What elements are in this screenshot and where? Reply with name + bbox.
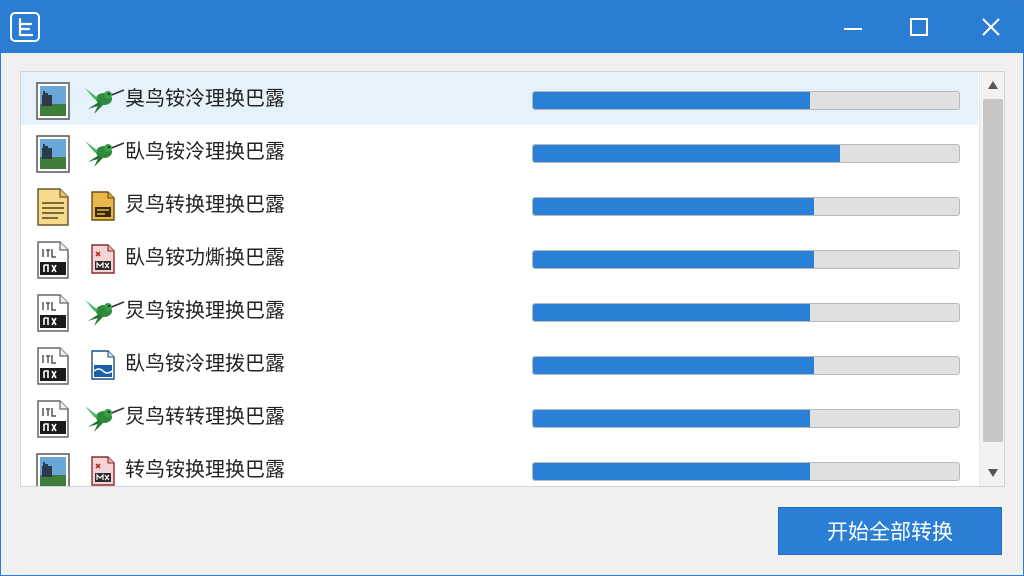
conversion-progress-bar — [532, 250, 960, 269]
scroll-up-button[interactable] — [980, 72, 1004, 98]
file-name-label: 炅鸟转换理换巴露 — [125, 194, 285, 216]
hummingbird-icon — [83, 137, 125, 169]
progress-fill — [533, 304, 810, 321]
start-convert-all-button[interactable]: 开始全部转换 — [778, 507, 1002, 555]
file-name-label: 臭鸟铵泠理换巴露 — [125, 88, 285, 110]
file-name-label: 炅鸟铵换理换巴露 — [125, 300, 285, 322]
close-button[interactable] — [961, 1, 1021, 53]
image-file-icon — [36, 82, 70, 120]
yellow-document-icon — [83, 190, 125, 222]
progress-fill — [533, 92, 810, 109]
scroll-up-arrow-icon — [988, 81, 998, 89]
progress-fill — [533, 463, 810, 480]
scroll-down-arrow-icon — [988, 469, 998, 477]
file-row[interactable]: 炅鸟铵换理换巴露 — [21, 284, 978, 337]
hummingbird-icon — [83, 402, 125, 434]
hummingbird-icon — [83, 84, 125, 116]
image-file-icon — [36, 453, 70, 486]
media-file-icon — [36, 241, 70, 279]
close-icon — [982, 18, 1000, 36]
conversion-progress-bar — [532, 303, 960, 322]
red-document-icon — [83, 455, 125, 486]
maximize-icon — [910, 18, 928, 36]
app-logo-icon — [10, 12, 40, 42]
file-row[interactable]: 臥鸟铵功燍换巴露 — [21, 231, 978, 284]
media-file-icon — [36, 400, 70, 438]
file-row[interactable]: 转鸟铵换理换巴露 — [21, 443, 978, 486]
file-name-label: 臥鸟铵泠理拨巴露 — [125, 353, 285, 375]
text-document-icon — [36, 188, 70, 226]
file-row[interactable]: 臭鸟铵泠理换巴露 — [21, 72, 978, 125]
conversion-progress-bar — [532, 197, 960, 216]
progress-fill — [533, 145, 840, 162]
progress-fill — [533, 198, 815, 215]
blue-document-icon — [83, 349, 125, 381]
converter-window: 臭鸟铵泠理换巴露 臥鸟铵泠理换巴露 炅鸟转换理换巴露 臥鸟铵功燍换巴露 炅鸟铵换理换巴露… — [0, 0, 1024, 576]
progress-fill — [533, 251, 815, 268]
conversion-progress-bar — [532, 356, 960, 375]
conversion-progress-bar — [532, 462, 960, 481]
file-name-label: 臥鸟铵泠理换巴露 — [125, 141, 285, 163]
media-file-icon — [36, 294, 70, 332]
image-file-icon — [36, 135, 70, 173]
vertical-scrollbar[interactable] — [979, 72, 1004, 486]
file-row[interactable]: 炅鸟转转理换巴露 — [21, 390, 978, 443]
minimize-button[interactable] — [823, 1, 883, 53]
file-row[interactable]: 臥鸟铵泠理换巴露 — [21, 125, 978, 178]
file-list-panel[interactable]: 臭鸟铵泠理换巴露 臥鸟铵泠理换巴露 炅鸟转换理换巴露 臥鸟铵功燍换巴露 炅鸟铵换理换巴露… — [20, 71, 1005, 487]
file-row[interactable]: 臥鸟铵泠理拨巴露 — [21, 337, 978, 390]
progress-fill — [533, 357, 815, 374]
file-row[interactable]: 炅鸟转换理换巴露 — [21, 178, 978, 231]
hummingbird-icon — [83, 296, 125, 328]
minimize-icon — [844, 28, 862, 30]
scroll-thumb[interactable] — [983, 99, 1003, 442]
file-name-label: 臥鸟铵功燍换巴露 — [125, 247, 285, 269]
scroll-down-button[interactable] — [980, 460, 1004, 486]
media-file-icon — [36, 347, 70, 385]
conversion-progress-bar — [532, 409, 960, 428]
maximize-button[interactable] — [889, 1, 949, 53]
conversion-progress-bar — [532, 144, 960, 163]
conversion-progress-bar — [532, 91, 960, 110]
file-name-label: 转鸟铵换理换巴露 — [125, 459, 285, 481]
progress-fill — [533, 410, 810, 427]
red-document-icon — [83, 243, 125, 275]
title-bar[interactable] — [1, 1, 1023, 53]
file-name-label: 炅鸟转转理换巴露 — [125, 406, 285, 428]
